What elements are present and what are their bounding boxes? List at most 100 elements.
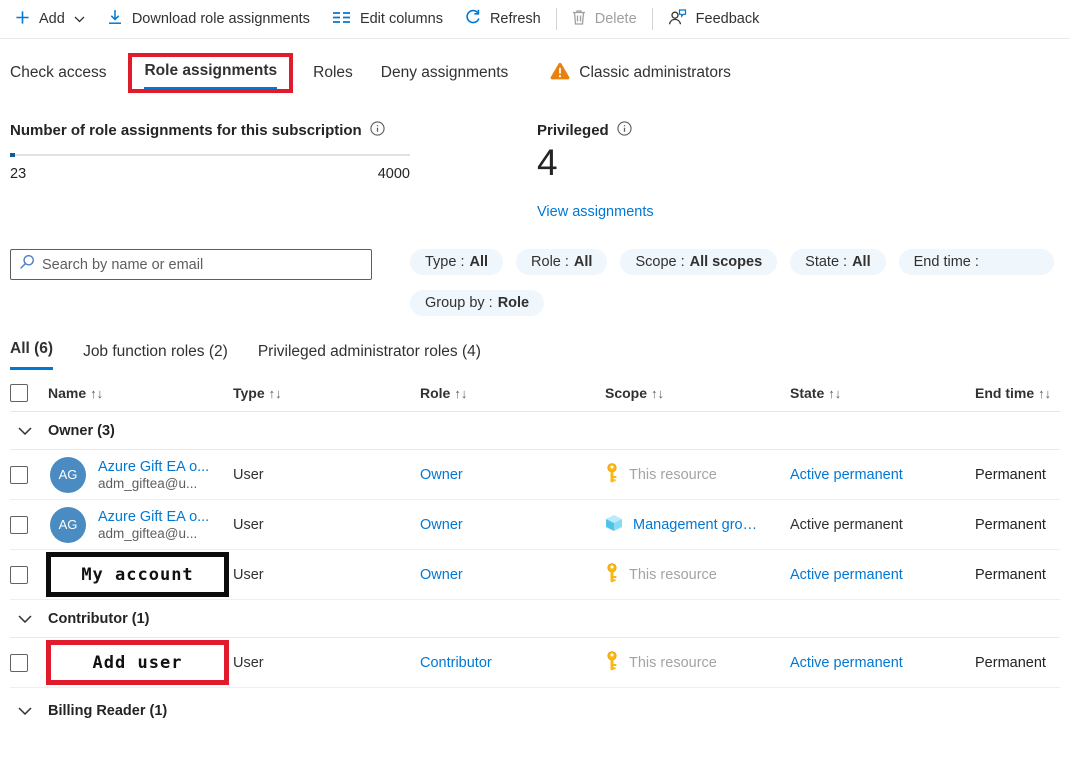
plus-icon: [15, 10, 30, 29]
feedback-button[interactable]: Feedback: [657, 0, 771, 38]
filter-pill-state[interactable]: State :All: [790, 249, 885, 275]
collapse-chevron-icon[interactable]: [10, 427, 48, 435]
principal-email: adm_giftea@u...: [98, 526, 209, 541]
state-link[interactable]: Active permanent: [790, 567, 975, 583]
row-checkbox[interactable]: [10, 566, 28, 584]
privileged-label: Privileged: [537, 122, 609, 139]
view-assignments-link[interactable]: View assignments: [537, 204, 654, 220]
key-icon: [605, 463, 619, 487]
principal-name-link[interactable]: Azure Gift EA o...: [98, 459, 209, 475]
assignments-current-value: 23: [10, 166, 26, 182]
type-cell: User: [233, 567, 420, 583]
sort-icon: ↑↓: [828, 386, 841, 401]
classic-administrators-label: Classic administrators: [579, 64, 731, 82]
pivot-privileged-admin-roles[interactable]: Privileged administrator roles (4): [258, 343, 481, 370]
delete-label: Delete: [595, 11, 637, 27]
column-header-type[interactable]: Type↑↓: [233, 385, 420, 401]
pill-value: All: [574, 254, 593, 270]
warning-icon: [550, 62, 570, 85]
privileged-block: Privileged 4 View assignments: [537, 121, 654, 221]
tab-classic-administrators[interactable]: Classic administrators: [550, 62, 731, 85]
pill-value: All: [470, 254, 489, 270]
redacted-name-box-my-account[interactable]: My account: [46, 552, 229, 597]
column-header-role[interactable]: Role↑↓: [420, 385, 605, 401]
tab-deny-assignments[interactable]: Deny assignments: [381, 54, 509, 92]
row-checkbox[interactable]: [10, 466, 28, 484]
row-checkbox[interactable]: [10, 516, 28, 534]
principal-name-link[interactable]: Azure Gift EA o...: [98, 509, 209, 525]
group-label: Contributor (1): [48, 611, 149, 627]
scope-text: This resource: [629, 467, 717, 483]
role-link[interactable]: Owner: [420, 467, 605, 483]
collapse-chevron-icon[interactable]: [10, 707, 48, 715]
type-cell: User: [233, 655, 420, 671]
filter-pills: Type :All Role :All Scope :All scopes St…: [410, 249, 1060, 316]
search-input[interactable]: [42, 257, 363, 273]
info-icon[interactable]: [617, 121, 632, 140]
state-link[interactable]: Active permanent: [790, 655, 975, 671]
state-link[interactable]: Active permanent: [790, 467, 975, 483]
key-icon: [605, 651, 619, 675]
scope-link[interactable]: Management gro…: [633, 517, 757, 533]
refresh-button[interactable]: Refresh: [454, 0, 552, 38]
table-body: Owner (3) AG Azure Gift EA o... adm_gift…: [10, 412, 1060, 730]
delete-button[interactable]: Delete: [561, 0, 648, 38]
add-button[interactable]: Add: [4, 0, 96, 38]
column-header-end-time[interactable]: End time↑↓: [975, 385, 1060, 401]
role-link[interactable]: Owner: [420, 567, 605, 583]
edit-columns-icon: [332, 11, 351, 28]
assignments-count-title: Number of role assignments for this subs…: [10, 122, 362, 139]
refresh-label: Refresh: [490, 11, 541, 27]
filter-pill-group-by[interactable]: Group by :Role: [410, 290, 544, 316]
select-all-checkbox[interactable]: [10, 384, 28, 402]
role-link[interactable]: Owner: [420, 517, 605, 533]
command-bar: Add Download role assignments Edit colum…: [0, 0, 1070, 39]
column-header-name[interactable]: Name↑↓: [48, 385, 233, 401]
row-checkbox[interactable]: [10, 654, 28, 672]
tab-role-assignments[interactable]: Role assignments: [144, 62, 277, 89]
key-icon: [605, 563, 619, 587]
state-text: Active permanent: [790, 517, 975, 533]
pill-label: End time :: [914, 254, 979, 270]
feedback-icon: [668, 9, 687, 29]
search-box[interactable]: [10, 249, 372, 280]
progress-fill: [10, 153, 15, 157]
privileged-count: 4: [537, 142, 654, 184]
table-row: AG Azure Gift EA o... adm_giftea@u... Us…: [10, 500, 1060, 550]
download-role-assignments-button[interactable]: Download role assignments: [96, 0, 321, 38]
end-time-cell: Permanent: [975, 567, 1060, 583]
end-time-cell: Permanent: [975, 655, 1060, 671]
pivot-all[interactable]: All (6): [10, 340, 53, 370]
edit-columns-button[interactable]: Edit columns: [321, 0, 454, 38]
annotation-box-role-assignments[interactable]: Role assignments: [128, 53, 293, 93]
assignments-max-value: 4000: [378, 166, 410, 182]
pivot-job-function-roles[interactable]: Job function roles (2): [83, 343, 228, 370]
column-header-scope[interactable]: Scope↑↓: [605, 385, 790, 401]
tab-roles[interactable]: Roles: [313, 54, 353, 92]
pill-label: Scope :: [635, 254, 684, 270]
type-cell: User: [233, 467, 420, 483]
table-row: My account User Owner This resource Acti…: [10, 550, 1060, 600]
scope-text: This resource: [629, 567, 717, 583]
table-row: Add user User Contributor This resource …: [10, 638, 1060, 688]
column-header-state[interactable]: State↑↓: [790, 385, 975, 401]
group-header-owner: Owner (3): [10, 412, 1060, 450]
add-label: Add: [39, 11, 65, 27]
end-time-cell: Permanent: [975, 517, 1060, 533]
tab-check-access[interactable]: Check access: [10, 54, 106, 92]
end-time-cell: Permanent: [975, 467, 1060, 483]
filter-pill-role[interactable]: Role :All: [516, 249, 607, 275]
annotation-box-add-user[interactable]: Add user: [46, 640, 229, 685]
role-link[interactable]: Contributor: [420, 655, 605, 671]
search-icon: [19, 254, 35, 275]
pill-label: Group by :: [425, 295, 493, 311]
tab-bar: Check access Role assignments Roles Deny…: [0, 53, 1070, 93]
progress-track: [10, 154, 410, 156]
filter-pill-scope[interactable]: Scope :All scopes: [620, 249, 777, 275]
collapse-chevron-icon[interactable]: [10, 615, 48, 623]
filter-pill-end-time[interactable]: End time :: [899, 249, 1054, 275]
filter-pill-type[interactable]: Type :All: [410, 249, 503, 275]
info-icon[interactable]: [370, 121, 385, 140]
avatar: AG: [50, 457, 86, 493]
toolbar-divider: [556, 8, 557, 30]
